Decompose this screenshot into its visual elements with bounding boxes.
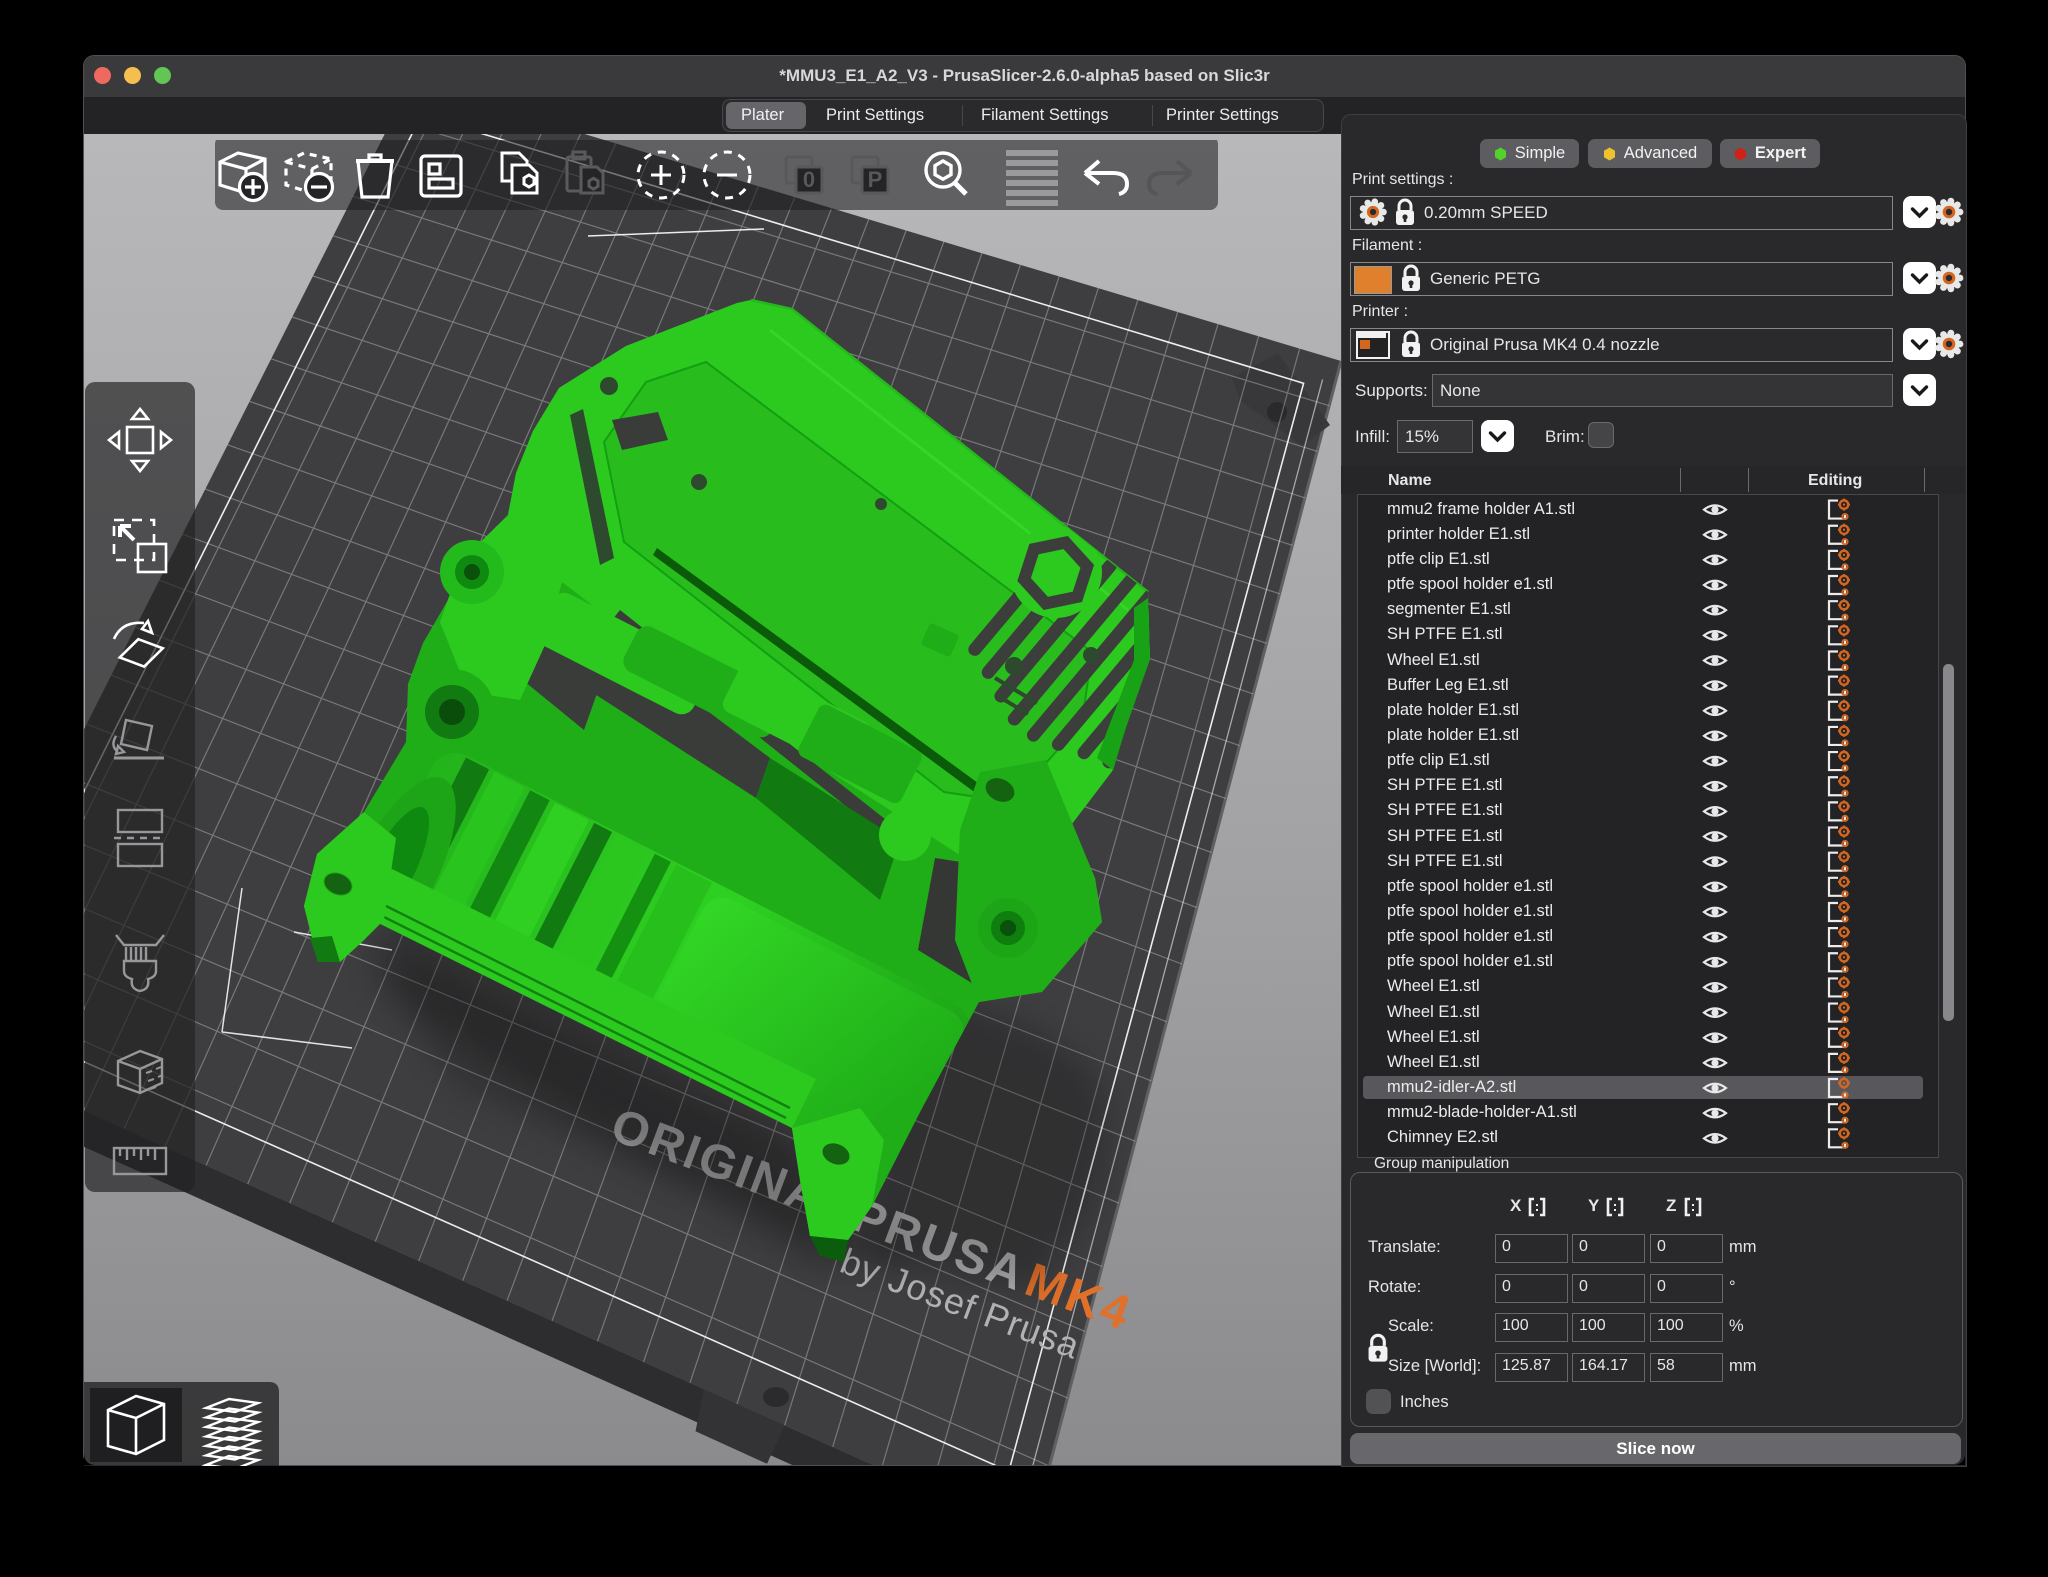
svg-text:P: P — [868, 167, 883, 192]
svg-text:0: 0 — [803, 167, 815, 192]
